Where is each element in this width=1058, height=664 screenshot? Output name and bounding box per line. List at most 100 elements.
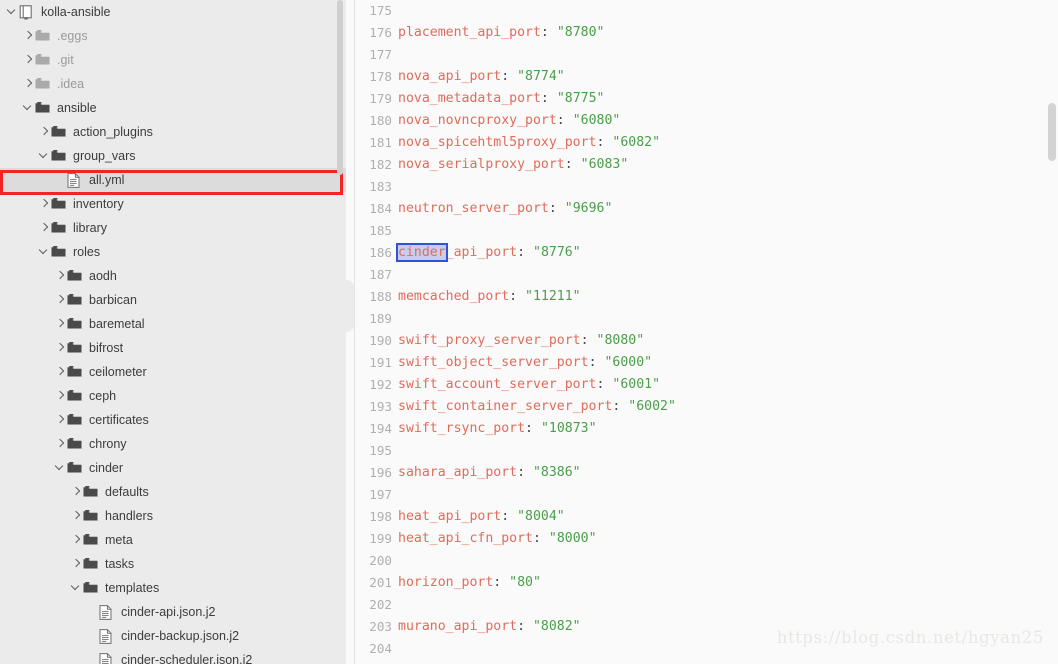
tree-item-library[interactable]: library xyxy=(0,216,346,240)
code-line[interactable]: 184 neutron_server_port: "9696" xyxy=(346,198,1058,220)
code-line[interactable]: 190 swift_proxy_server_port: "8080" xyxy=(346,330,1058,352)
code-line[interactable]: 187 xyxy=(346,264,1058,286)
chevron-right-icon[interactable] xyxy=(56,360,67,384)
tree-item-roles[interactable]: roles xyxy=(0,240,346,264)
tree-item-handlers[interactable]: handlers xyxy=(0,504,346,528)
code-line[interactable]: 200 xyxy=(346,550,1058,572)
tree-item-cinder-api-json-j2[interactable]: cinder-api.json.j2 xyxy=(0,600,346,624)
code-line[interactable]: 195 xyxy=(346,440,1058,462)
code-line[interactable]: 193 swift_container_server_port: "6002" xyxy=(346,396,1058,418)
tree-item-certificates[interactable]: certificates xyxy=(0,408,346,432)
chevron-right-icon[interactable] xyxy=(56,408,67,432)
chevron-right-icon[interactable] xyxy=(72,528,83,552)
chevron-down-icon[interactable] xyxy=(40,240,51,264)
code-line[interactable]: 197 xyxy=(346,484,1058,506)
sidebar-scrollbar[interactable] xyxy=(337,0,343,664)
code-line[interactable]: 191 swift_object_server_port: "6000" xyxy=(346,352,1058,374)
tree-item-group-vars[interactable]: group_vars xyxy=(0,144,346,168)
code-editor[interactable]: 175 176 placement_api_port: "8780" 177 178 no… xyxy=(346,0,1058,664)
code-line[interactable]: 176 placement_api_port: "8780" xyxy=(346,22,1058,44)
code-value: "6080" xyxy=(572,113,621,128)
tree-item-meta[interactable]: meta xyxy=(0,528,346,552)
selected-token[interactable]: cinder xyxy=(396,243,448,262)
code-line[interactable]: 188 memcached_port: "11211" xyxy=(346,286,1058,308)
tree-item--eggs[interactable]: .eggs xyxy=(0,24,346,48)
code-line[interactable]: 201 horizon_port: "80" xyxy=(346,572,1058,594)
tree-item-inventory[interactable]: inventory xyxy=(0,192,346,216)
tree-item--idea[interactable]: .idea xyxy=(0,72,346,96)
tree-item-ceph[interactable]: ceph xyxy=(0,384,346,408)
code-line[interactable]: 192 swift_account_server_port: "6001" xyxy=(346,374,1058,396)
code-line[interactable]: 183 xyxy=(346,176,1058,198)
code-line[interactable]: 182 nova_serialproxy_port: "6083" xyxy=(346,154,1058,176)
code-line[interactable]: 199 heat_api_cfn_port: "8000" xyxy=(346,528,1058,550)
tree-item-label: ceph xyxy=(89,389,117,403)
code-line[interactable]: 194 swift_rsync_port: "10873" xyxy=(346,418,1058,440)
chevron-down-icon[interactable] xyxy=(40,144,51,168)
code-line[interactable]: 177 xyxy=(346,44,1058,66)
tree-item-defaults[interactable]: defaults xyxy=(0,480,346,504)
tree-item--git[interactable]: .git xyxy=(0,48,346,72)
chevron-right-icon[interactable] xyxy=(56,312,67,336)
chevron-right-icon[interactable] xyxy=(56,336,67,360)
chevron-right-icon[interactable] xyxy=(24,72,35,96)
chevron-right-icon[interactable] xyxy=(72,504,83,528)
code-text: horizon_port: "80" xyxy=(398,572,541,594)
code-line[interactable]: 180 nova_novncproxy_port: "6080" xyxy=(346,110,1058,132)
code-line[interactable]: 196 sahara_api_port: "8386" xyxy=(346,462,1058,484)
tree-item-cinder-backup-json-j2[interactable]: cinder-backup.json.j2 xyxy=(0,624,346,648)
chevron-right-icon[interactable] xyxy=(72,552,83,576)
code-key: horizon_port xyxy=(398,575,494,590)
tree-item-tasks[interactable]: tasks xyxy=(0,552,346,576)
tree-item-ansible[interactable]: ansible xyxy=(0,96,346,120)
code-colon: : xyxy=(540,91,557,106)
tree-item-barbican[interactable]: barbican xyxy=(0,288,346,312)
tree-item-action-plugins[interactable]: action_plugins xyxy=(0,120,346,144)
code-line[interactable]: 189 xyxy=(346,308,1058,330)
code-line[interactable]: 198 heat_api_port: "8004" xyxy=(346,506,1058,528)
tree-item-aodh[interactable]: aodh xyxy=(0,264,346,288)
chevron-right-icon[interactable] xyxy=(56,288,67,312)
code-line[interactable]: 178 nova_api_port: "8774" xyxy=(346,66,1058,88)
chevron-right-icon[interactable] xyxy=(24,48,35,72)
chevron-down-icon[interactable] xyxy=(24,96,35,120)
sidebar-scrollbar-thumb[interactable] xyxy=(337,0,343,175)
tree-item-templates[interactable]: templates xyxy=(0,576,346,600)
tree-item-chrony[interactable]: chrony xyxy=(0,432,346,456)
tree-item-bifrost[interactable]: bifrost xyxy=(0,336,346,360)
tree-item-ceilometer[interactable]: ceilometer xyxy=(0,360,346,384)
file-icon xyxy=(99,624,116,648)
tree-item-label: ceilometer xyxy=(89,365,147,379)
chevron-right-icon[interactable] xyxy=(40,216,51,240)
chevron-right-icon[interactable] xyxy=(40,120,51,144)
chevron-down-icon[interactable] xyxy=(56,456,67,480)
tree-item-cinder-scheduler-json-j2[interactable]: cinder-scheduler.json.j2 xyxy=(0,648,346,664)
code-line[interactable]: 181 nova_spicehtml5proxy_port: "6082" xyxy=(346,132,1058,154)
code-lines-container[interactable]: 175 176 placement_api_port: "8780" 177 178 no… xyxy=(346,0,1058,664)
project-tree-panel[interactable]: kolla-ansible .eggs .git .idea ansible action… xyxy=(0,0,346,664)
chevron-right-icon[interactable] xyxy=(72,480,83,504)
chevron-down-icon[interactable] xyxy=(8,0,19,24)
chevron-right-icon[interactable] xyxy=(56,384,67,408)
code-line[interactable]: 186 cinder_api_port: "8776" xyxy=(346,242,1058,264)
code-line[interactable]: 179 nova_metadata_port: "8775" xyxy=(346,88,1058,110)
panel-splitter[interactable] xyxy=(346,0,355,664)
code-text: neutron_server_port: "9696" xyxy=(398,198,612,220)
tree-item-baremetal[interactable]: baremetal xyxy=(0,312,346,336)
chevron-right-icon[interactable] xyxy=(56,432,67,456)
editor-scrollbar[interactable] xyxy=(1048,0,1056,664)
tree-item-label: aodh xyxy=(89,269,117,283)
chevron-down-icon[interactable] xyxy=(72,576,83,600)
project-tree[interactable]: kolla-ansible .eggs .git .idea ansible action… xyxy=(0,0,346,664)
code-line[interactable]: 185 xyxy=(346,220,1058,242)
chevron-right-icon[interactable] xyxy=(24,24,35,48)
tree-item-label: roles xyxy=(73,245,101,259)
tree-item-all-yml[interactable]: all.yml xyxy=(0,168,346,192)
tree-item-cinder[interactable]: cinder xyxy=(0,456,346,480)
code-line[interactable]: 175 xyxy=(346,0,1058,22)
chevron-right-icon[interactable] xyxy=(56,264,67,288)
editor-scrollbar-thumb[interactable] xyxy=(1048,103,1056,161)
chevron-right-icon[interactable] xyxy=(40,192,51,216)
code-line[interactable]: 202 xyxy=(346,594,1058,616)
tree-item-kolla-ansible[interactable]: kolla-ansible xyxy=(0,0,346,24)
